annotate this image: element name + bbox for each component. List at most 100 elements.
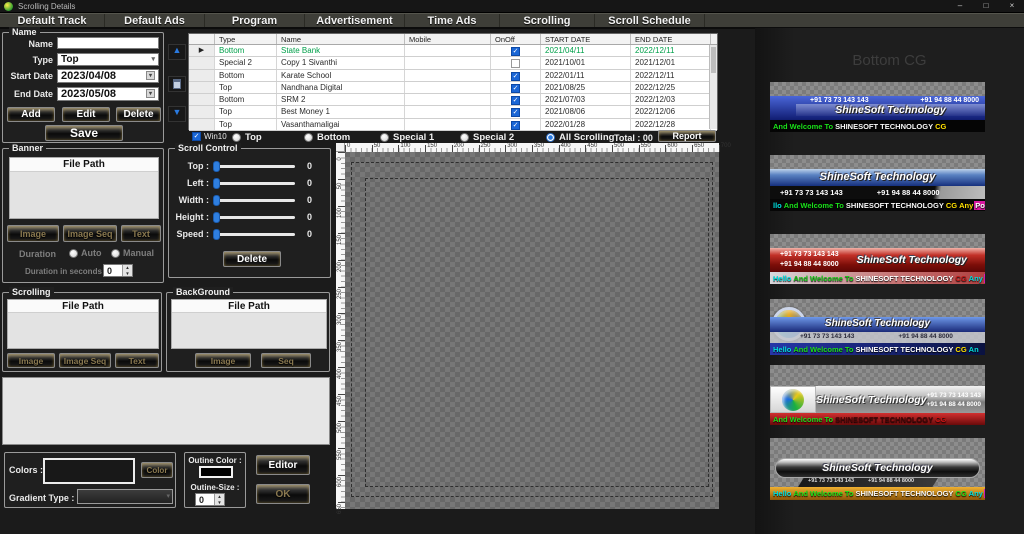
delete-button[interactable]: Delete: [116, 107, 161, 122]
table-row[interactable]: ▶ Bottom State Bank ✓ 2021/04/11 2022/12/11: [189, 45, 717, 58]
tab-default-track[interactable]: Default Track: [0, 14, 105, 27]
onoff-checkbox[interactable]: ✓: [511, 47, 520, 56]
radio-top[interactable]: Top: [232, 132, 262, 143]
slider-track[interactable]: [213, 228, 295, 240]
onoff-checkbox[interactable]: ✓: [511, 108, 520, 118]
scroll-delete-button[interactable]: Delete: [223, 251, 281, 267]
row-indicator: [189, 69, 215, 81]
scrolling-imageseq-button[interactable]: Image Seq: [59, 353, 111, 368]
outline-size-spinner[interactable]: 0 ▲ ▼: [195, 493, 225, 506]
move-down-icon[interactable]: ▼: [168, 106, 186, 122]
slider-thumb[interactable]: [213, 177, 220, 189]
radio-all-scrolling[interactable]: All Scrolling: [546, 132, 614, 143]
slider-track[interactable]: [213, 177, 295, 189]
onoff-checkbox[interactable]: [511, 58, 520, 68]
end-date-label: End Date: [13, 89, 53, 99]
calendar-icon[interactable]: ▾: [146, 71, 155, 80]
paste-icon[interactable]: [168, 76, 186, 92]
radio-label: Bottom: [317, 132, 351, 143]
cg-banner[interactable]: ShineSoft Technology +91 73 73 143 143 +91…: [770, 299, 985, 355]
save-button[interactable]: Save: [45, 125, 123, 141]
ruler-tick: [478, 145, 480, 152]
scrolling-text-button[interactable]: Text: [115, 353, 159, 368]
radio-special-1[interactable]: Special 1: [380, 132, 434, 143]
ruler-corner: [336, 143, 345, 152]
table-row[interactable]: Top Best Money 1 ✓ 2021/08/06 2022/12/06: [189, 106, 717, 119]
add-button[interactable]: Add: [7, 107, 55, 122]
table-row[interactable]: Bottom SRM 2 ✓ 2021/07/03 2022/12/03: [189, 94, 717, 107]
onoff-checkbox[interactable]: ✓: [511, 96, 520, 106]
tab-scrolling[interactable]: Scrolling: [500, 14, 595, 27]
banner-imageseq-button[interactable]: Image Seq: [63, 225, 117, 242]
phone-number: +91 94 88 44 8000: [876, 188, 940, 197]
slider-track[interactable]: [213, 194, 295, 206]
duration-seconds-spinner[interactable]: 0 ▲ ▼: [103, 264, 133, 277]
radio-bottom[interactable]: Bottom: [304, 132, 350, 143]
background-seq-button[interactable]: Seq: [261, 353, 311, 368]
selection-rect-inner[interactable]: [365, 178, 709, 487]
outline-color-swatch[interactable]: [199, 466, 233, 478]
tab-time-ads[interactable]: Time Ads: [405, 14, 500, 27]
colors-swatch[interactable]: [43, 458, 135, 484]
table-row[interactable]: Bottom Karate School ✓ 2022/01/11 2022/12/11: [189, 69, 717, 82]
spinner-arrows-icon[interactable]: ▲ ▼: [122, 265, 132, 276]
background-filepath-box[interactable]: File Path: [171, 299, 327, 349]
slider-track[interactable]: [213, 211, 295, 223]
grid-scrollbar-thumb[interactable]: [711, 47, 716, 73]
calendar-icon[interactable]: ▾: [146, 89, 155, 98]
slider-thumb[interactable]: [213, 211, 220, 223]
end-date-input[interactable]: ▾ 2023/05/08: [57, 87, 159, 101]
spinner-arrows-icon[interactable]: ▲ ▼: [214, 494, 224, 505]
slider-track[interactable]: [213, 160, 295, 172]
scrolling-image-button[interactable]: Image: [7, 353, 55, 368]
slider-thumb[interactable]: [213, 228, 220, 240]
close-button[interactable]: ×: [1004, 0, 1020, 12]
win10-checkbox[interactable]: ✓ Win10: [192, 132, 227, 141]
scrolling-filepath-box[interactable]: File Path: [7, 299, 159, 349]
move-up-icon[interactable]: ▲: [168, 44, 186, 60]
grid-scrollbar[interactable]: [709, 45, 717, 129]
grid-col-header: OnOff: [491, 34, 541, 44]
cg-banner[interactable]: ShineSoft Technology +91 73 73 143 143 +91…: [770, 438, 985, 500]
cg-banner[interactable]: ShineSoft Technology +91 73 73 143 143 +91…: [770, 155, 985, 211]
ok-button[interactable]: OK: [256, 484, 310, 504]
tab-scroll-schedule[interactable]: Scroll Schedule: [595, 14, 705, 27]
edit-button[interactable]: Edit: [62, 107, 110, 122]
duration-auto-radio[interactable]: Auto: [69, 248, 102, 258]
name-input[interactable]: [57, 37, 159, 49]
background-image-button[interactable]: Image: [195, 353, 251, 368]
start-date-input[interactable]: ▾ 2023/04/08: [57, 69, 159, 83]
duration-manual-radio[interactable]: Manual: [111, 248, 154, 258]
onoff-checkbox[interactable]: ✓: [511, 83, 520, 93]
maximize-button[interactable]: □: [978, 0, 994, 12]
type-select[interactable]: ▾ Top: [57, 53, 159, 66]
report-button[interactable]: Report: [658, 130, 716, 142]
cg-ticker: And Welcome To SHINESOFT TECHNOLOGY CG: [770, 413, 985, 425]
onoff-checkbox[interactable]: ✓: [511, 120, 520, 130]
radio-special-2[interactable]: Special 2: [460, 132, 514, 143]
tab-default-ads[interactable]: Default Ads: [105, 14, 205, 27]
tab-advertisement[interactable]: Advertisement: [305, 14, 405, 27]
slider-thumb[interactable]: [213, 194, 220, 206]
cg-banner[interactable]: ShineSoft Technology +91 73 73 143 143 +91…: [770, 365, 985, 425]
banner-filepath-box[interactable]: File Path: [9, 157, 159, 219]
editor-button[interactable]: Editor: [256, 455, 310, 475]
cg-banner[interactable]: +91 73 73 143 143 +91 94 88 44 8000 ShineS…: [770, 234, 985, 284]
table-row[interactable]: Top Nandhana Digital ✓ 2021/08/25 2022/12/25: [189, 81, 717, 95]
banner-text-button[interactable]: Text: [121, 225, 161, 242]
slider-thumb[interactable]: [213, 160, 220, 172]
tab-program[interactable]: Program: [205, 14, 305, 27]
gradient-type-select[interactable]: ▾: [77, 489, 173, 504]
ruler-label: 150: [337, 234, 343, 245]
banner-image-button[interactable]: Image: [7, 225, 59, 242]
grid-cell: SRM 2: [277, 94, 405, 106]
minimize-button[interactable]: –: [952, 0, 968, 12]
table-row[interactable]: Special 2 Copy 1 Sivanthi 2021/10/01 2021/1…: [189, 57, 717, 70]
cg-phone-row: +91 73 73 143 143 +91 94 88 44 8000: [927, 391, 985, 409]
ticker-text: SHINESOFT TECHNOLOGY: [855, 273, 954, 283]
color-button[interactable]: Color: [141, 462, 173, 478]
cg-banner[interactable]: +91 73 73 143 143 +91 94 88 44 8000 ShineS…: [770, 82, 985, 132]
phone-number: +91 73 73 143 143: [926, 391, 981, 399]
canvas-stage[interactable]: [345, 152, 719, 509]
onoff-checkbox[interactable]: ✓: [511, 71, 520, 81]
